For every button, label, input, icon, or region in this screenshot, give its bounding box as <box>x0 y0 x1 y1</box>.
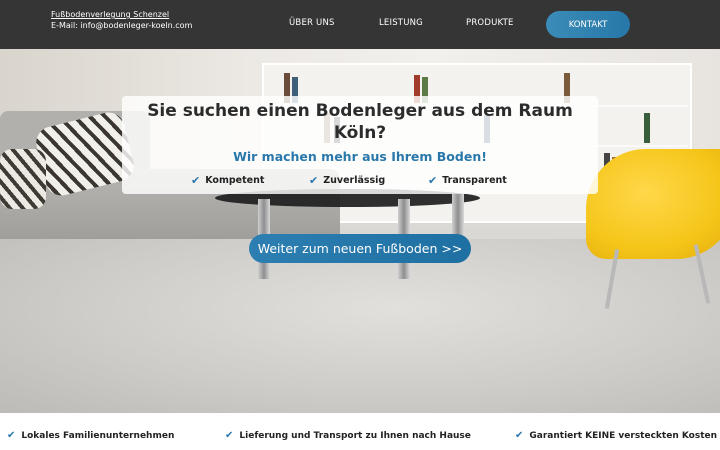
nav-ueber-uns[interactable]: ÜBER UNS <box>289 18 335 28</box>
company-link[interactable]: Fußbodenverlegung Schenzel <box>51 9 192 20</box>
usp-label: Garantiert KEINE versteckten Kosten <box>529 430 718 441</box>
hero-section: Sie suchen einen Bodenleger aus dem Raum… <box>0 49 720 413</box>
kontakt-button[interactable]: KONTAKT <box>546 11 630 38</box>
cta-button[interactable]: Weiter zum neuen Fußboden >> <box>249 234 471 263</box>
usp-item: ✔ Lieferung und Transport zu Ihnen nach … <box>225 430 471 441</box>
page-subtitle: Wir machen mehr aus Ihrem Boden! <box>233 149 487 164</box>
headline-box: Sie suchen einen Bodenleger aus dem Raum… <box>122 96 598 194</box>
email-text[interactable]: E-Mail: info@bodenleger-koeln.com <box>51 20 192 31</box>
check-icon: ✔ <box>191 174 201 187</box>
feature-kompetent: ✔ Kompetent <box>191 174 264 187</box>
nav-leistung[interactable]: LEISTUNG <box>379 18 423 28</box>
usp-bar: ✔ Lokales Familienunternehmen ✔ Lieferun… <box>0 413 720 450</box>
usp-item: ✔ Lokales Familienunternehmen <box>7 430 174 441</box>
site-header: Fußbodenverlegung Schenzel E-Mail: info@… <box>0 0 720 49</box>
page-title-line-1: Sie suchen einen Bodenleger aus dem Raum <box>147 101 573 121</box>
check-icon: ✔ <box>225 430 234 441</box>
check-icon: ✔ <box>428 174 438 187</box>
feature-label: Zuverlässig <box>323 175 386 186</box>
page-title: Sie suchen einen Bodenleger aus dem Raum… <box>122 100 598 144</box>
feature-zuverlaessig: ✔ Zuverlässig <box>309 174 385 187</box>
check-icon: ✔ <box>7 430 16 441</box>
usp-label: Lieferung und Transport zu Ihnen nach Ha… <box>239 430 471 441</box>
feature-label: Kompetent <box>205 175 265 186</box>
brand-block: Fußbodenverlegung Schenzel E-Mail: info@… <box>51 9 192 31</box>
page-title-line-2: Köln? <box>333 123 387 143</box>
usp-item: ✔ Garantiert KEINE versteckten Kosten <box>515 430 717 441</box>
feature-label: Transparent <box>442 175 507 186</box>
nav-produkte[interactable]: PRODUKTE <box>466 18 514 28</box>
yellow-chair-image <box>586 149 720 259</box>
book <box>644 113 650 143</box>
feature-transparent: ✔ Transparent <box>428 174 507 187</box>
zebra-pillow <box>0 149 46 209</box>
check-icon: ✔ <box>309 174 319 187</box>
usp-label: Lokales Familienunternehmen <box>21 430 175 441</box>
check-icon: ✔ <box>515 430 524 441</box>
